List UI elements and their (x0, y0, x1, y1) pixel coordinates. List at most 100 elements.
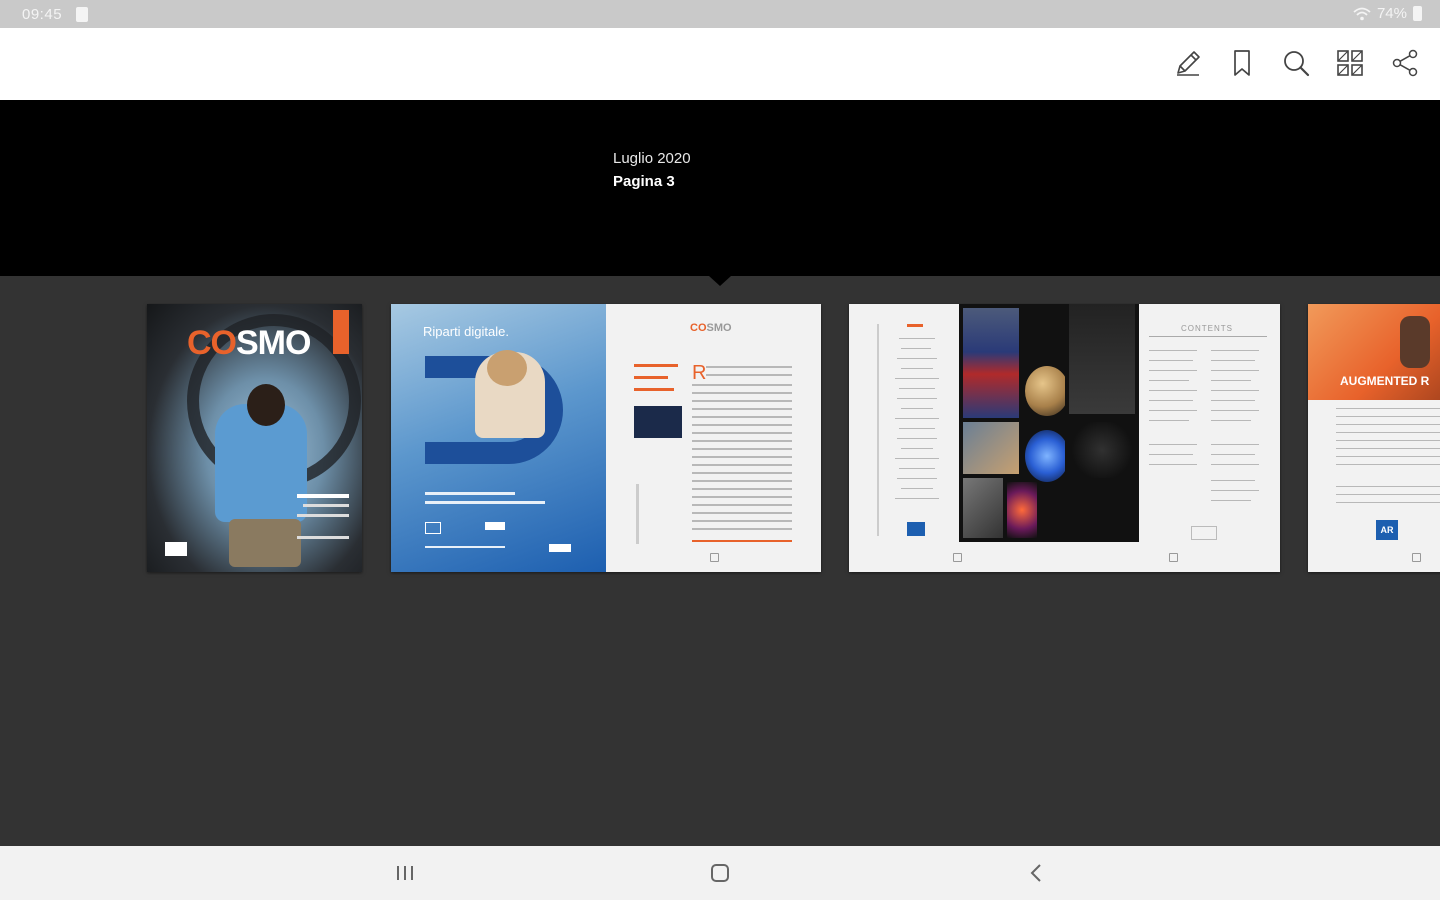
photo-collage (959, 304, 1065, 542)
cover-line (297, 494, 349, 498)
ad-line (425, 501, 545, 504)
text-line (692, 528, 792, 530)
text-line (692, 504, 792, 506)
list-line (899, 338, 935, 339)
pencil-icon (1177, 51, 1200, 76)
toc-line (1211, 380, 1251, 381)
list-line (899, 428, 935, 429)
wifi-icon (1353, 7, 1371, 20)
toc-heading: CONTENTS (1181, 324, 1233, 333)
thumbnail-cover[interactable]: COSMO (147, 304, 362, 572)
list-line (901, 488, 933, 489)
editorial-title-line (634, 376, 668, 379)
ad-brand (485, 522, 505, 530)
text-line (692, 472, 792, 474)
list-line (897, 398, 937, 399)
text-line (706, 374, 792, 376)
toc-line (1149, 380, 1189, 381)
list-badge (907, 522, 925, 536)
toc-line (1211, 464, 1259, 465)
toc-line (1149, 360, 1193, 361)
share-button[interactable] (1388, 46, 1422, 80)
ar-headline: AUGMENTED R (1340, 374, 1430, 388)
bookmark-button[interactable] (1225, 46, 1259, 80)
text-line (692, 448, 792, 450)
text-line (706, 366, 792, 368)
logo-text: SMO (236, 324, 311, 362)
list-line (899, 468, 935, 469)
collage-nebula (1007, 482, 1037, 538)
toc-line (1211, 480, 1255, 481)
toc-line (1211, 400, 1255, 401)
toc-line (1149, 454, 1193, 455)
current-page-label: Pagina 3 (613, 173, 675, 190)
cover-line (297, 536, 349, 539)
page-thumbnail-strip[interactable]: COSMO Riparti digitale. COSMO R CONTENTS… (0, 286, 1440, 586)
clock: 09:45 (22, 6, 63, 23)
toc-line (1211, 444, 1259, 445)
text-line (692, 408, 792, 410)
text-line (692, 392, 792, 394)
back-button[interactable] (1016, 858, 1056, 888)
text-line (692, 512, 792, 514)
battery-percent: 74% (1376, 5, 1407, 22)
list-line (895, 458, 939, 459)
thumbnail-spread-6-7[interactable]: AUGMENTED R AR (1308, 304, 1440, 572)
status-bar: 09:45 74% (0, 0, 1440, 28)
toc-line (1211, 370, 1259, 371)
list-line (901, 368, 933, 369)
search-icon (1284, 51, 1310, 77)
home-button[interactable] (700, 858, 740, 888)
toc-line (1211, 420, 1251, 421)
collage-portrait (963, 478, 1003, 538)
ar-text-line (1336, 486, 1440, 487)
editorial-title-line (634, 388, 674, 391)
list-logo (907, 324, 923, 327)
column-rule (877, 324, 879, 536)
editorial-rule (692, 540, 792, 542)
text-line (692, 440, 792, 442)
text-line (692, 464, 792, 466)
thumbnail-spread-4-5[interactable]: CONTENTS (849, 304, 1280, 572)
astronaut-legs (229, 519, 301, 567)
page-number (1412, 553, 1421, 562)
toc-line (1211, 410, 1259, 411)
ad-logo (549, 544, 571, 552)
system-navigation-bar (0, 846, 1440, 900)
list-line (895, 378, 939, 379)
annotate-button[interactable] (1171, 46, 1205, 80)
barcode (165, 542, 187, 556)
toc-line (1149, 464, 1197, 465)
collage-satellite (1069, 304, 1135, 414)
toc-line (1149, 420, 1189, 421)
cover-page: COSMO (147, 304, 362, 572)
ad-page: Riparti digitale. (391, 304, 606, 572)
text-line (692, 384, 792, 386)
grid-icon (1337, 50, 1363, 76)
toc-line (1211, 490, 1259, 491)
cover-line (297, 514, 349, 517)
editorial-photo (634, 406, 682, 438)
editorial-title-line (634, 364, 678, 367)
text-line (692, 480, 792, 482)
page-overview-button[interactable] (1333, 46, 1367, 80)
page-number (953, 553, 962, 562)
bookmark-icon (1234, 50, 1250, 76)
page-number (710, 553, 719, 562)
ad-line (425, 546, 505, 548)
recents-icon (397, 866, 413, 880)
thumbnail-spread-2-3[interactable]: Riparti digitale. COSMO R (391, 304, 821, 572)
status-indicators: 74% (1353, 5, 1422, 22)
battery-icon (1413, 6, 1422, 21)
ar-phone (1400, 316, 1430, 368)
search-button[interactable] (1279, 46, 1313, 80)
collage-galaxy (1025, 430, 1065, 482)
logo-prefix: CO (690, 322, 707, 334)
toc-line (1149, 410, 1197, 411)
logo-text: SMO (706, 322, 732, 334)
page-number (1169, 553, 1178, 562)
recents-button[interactable] (385, 858, 425, 888)
ar-text-line (1336, 424, 1440, 425)
toc-line (1149, 350, 1197, 351)
ar-text-line (1336, 408, 1440, 409)
